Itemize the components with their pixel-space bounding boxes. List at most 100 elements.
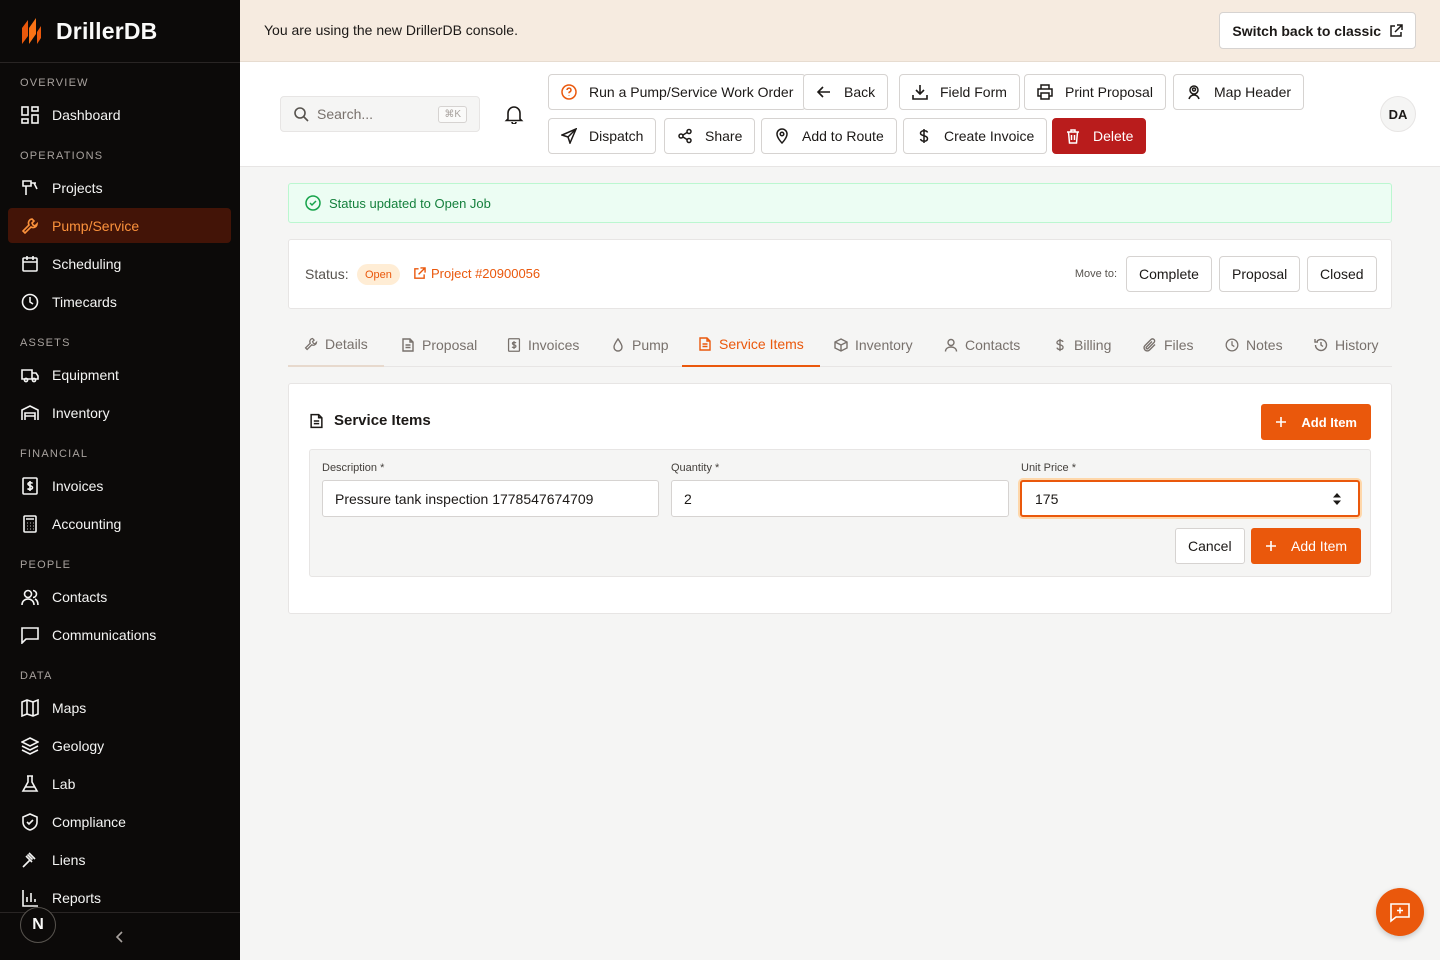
message-icon <box>20 625 40 645</box>
brand[interactable]: DrillerDB <box>0 0 240 63</box>
invoice-icon <box>20 476 40 496</box>
sidebar-item-geology[interactable]: Geology <box>8 728 231 763</box>
tab-details[interactable]: Details <box>288 322 384 367</box>
status-label: Status: <box>305 266 349 282</box>
sidebar-item-label: Lab <box>52 775 76 792</box>
sidebar-item-pump-service[interactable]: Pump/Service <box>8 208 231 243</box>
move-complete-button[interactable]: Complete <box>1126 256 1212 292</box>
run-work-order-button[interactable]: Run a Pump/Service Work Order <box>548 74 807 110</box>
tab-billing[interactable]: Billing <box>1037 322 1127 367</box>
dispatch-button[interactable]: Dispatch <box>548 118 657 154</box>
description-field[interactable]: Pressure tank inspection 1778547674709 <box>322 480 659 517</box>
sidebar-item-contacts[interactable]: Contacts <box>8 579 231 614</box>
tab-proposal[interactable]: Proposal <box>385 322 493 367</box>
tab-files[interactable]: Files <box>1127 322 1210 367</box>
sidebar-item-equipment[interactable]: Equipment <box>8 357 231 392</box>
notifications-button[interactable] <box>504 104 524 124</box>
status-alert: Status updated to Open Job <box>288 183 1392 223</box>
delete-button[interactable]: Delete <box>1052 118 1147 154</box>
add-item-submit-button[interactable]: Add Item <box>1251 528 1362 564</box>
sidebar-item-projects[interactable]: Projects <box>8 170 231 205</box>
search-input[interactable]: Search... ⌘K <box>280 96 480 132</box>
history-icon <box>1314 338 1328 352</box>
move-closed-button[interactable]: Closed <box>1307 256 1377 292</box>
sidebar-item-communications[interactable]: Communications <box>8 617 231 652</box>
sidebar-item-maps[interactable]: Maps <box>8 690 231 725</box>
tab-label: Proposal <box>422 336 478 353</box>
print-proposal-button[interactable]: Print Proposal <box>1024 74 1166 110</box>
tab-service-items[interactable]: Service Items <box>682 322 820 367</box>
project-link[interactable]: Project #20900056 <box>413 266 540 281</box>
tab-label: Notes <box>1246 336 1283 353</box>
gavel-icon <box>20 850 40 870</box>
map-header-button[interactable]: Map Header <box>1173 74 1305 110</box>
collapse-sidebar-button[interactable] <box>110 927 130 947</box>
tab-invoices[interactable]: Invoices <box>491 322 595 367</box>
field-form-label: Field Form <box>940 84 1007 100</box>
nav-section-financial: FINANCIAL <box>20 448 89 460</box>
tab-label: Billing <box>1074 336 1112 353</box>
truck-icon <box>20 365 40 385</box>
unit-price-field[interactable]: 175 <box>1020 480 1360 517</box>
sidebar-item-inventory[interactable]: Inventory <box>8 395 231 430</box>
sidebar-item-label: Reports <box>52 889 102 906</box>
back-button[interactable]: Back <box>803 74 889 110</box>
user-avatar[interactable]: DA <box>1380 96 1416 132</box>
tab-inventory[interactable]: Inventory <box>818 322 929 367</box>
search-shortcut: ⌘K <box>438 105 467 123</box>
map-icon <box>20 698 40 718</box>
share-button[interactable]: Share <box>664 118 756 154</box>
sidebar-item-invoices[interactable]: Invoices <box>8 468 231 503</box>
flask-icon <box>20 774 40 794</box>
add-item-header-button[interactable]: Add Item <box>1261 404 1371 440</box>
sidebar-item-label: Pump/Service <box>52 217 140 234</box>
sidebar-item-compliance[interactable]: Compliance <box>8 804 231 839</box>
page-header: Search... ⌘K Run a Pump/Service Work Ord… <box>240 62 1440 167</box>
tab-label: Details <box>325 335 368 352</box>
tab-pump[interactable]: Pump <box>595 322 685 367</box>
tab-notes[interactable]: Notes <box>1209 322 1299 367</box>
workspace-avatar[interactable]: N <box>20 907 56 943</box>
unit-price-value: 175 <box>1035 490 1059 507</box>
sidebar-item-liens[interactable]: Liens <box>8 842 231 877</box>
tab-label: Invoices <box>528 336 580 353</box>
banner-text: You are using the new DrillerDB console. <box>264 22 518 38</box>
nav-section-data: DATA <box>20 670 53 682</box>
calendar-icon <box>20 254 40 274</box>
trash-icon <box>1065 128 1081 144</box>
quantity-field[interactable]: 2 <box>671 480 1009 517</box>
sidebar-item-label: Compliance <box>52 813 126 830</box>
file-text-icon <box>309 413 324 429</box>
add-to-route-button[interactable]: Add to Route <box>761 118 897 154</box>
sidebar-item-scheduling[interactable]: Scheduling <box>8 246 231 281</box>
nav-section-overview: OVERVIEW <box>20 77 89 89</box>
dispatch-label: Dispatch <box>589 128 644 144</box>
move-proposal-button[interactable]: Proposal <box>1219 256 1301 292</box>
switch-classic-button[interactable]: Switch back to classic <box>1219 12 1416 49</box>
cancel-button[interactable]: Cancel <box>1175 528 1245 564</box>
status-badge: Open <box>357 264 400 285</box>
create-invoice-button[interactable]: Create Invoice <box>903 118 1048 154</box>
tab-history[interactable]: History <box>1298 322 1395 367</box>
tab-label: Service Items <box>719 335 804 352</box>
tab-contacts[interactable]: Contacts <box>928 322 1036 367</box>
sidebar-item-timecards[interactable]: Timecards <box>8 284 231 319</box>
map-header-label: Map Header <box>1214 84 1292 100</box>
location-pin-icon <box>774 128 790 144</box>
number-spinner-icon[interactable] <box>1332 492 1342 506</box>
field-form-button[interactable]: Field Form <box>899 74 1020 110</box>
quantity-value: 2 <box>684 490 692 507</box>
sidebar-item-lab[interactable]: Lab <box>8 766 231 801</box>
sidebar-item-label: Dashboard <box>52 106 121 123</box>
external-link-icon <box>1389 23 1403 38</box>
sidebar-item-label: Inventory <box>52 404 110 421</box>
sidebar-item-dashboard[interactable]: Dashboard <box>8 97 231 132</box>
share-label: Share <box>705 128 743 144</box>
sidebar-item-accounting[interactable]: Accounting <box>8 506 231 541</box>
alert-text: Status updated to Open Job <box>329 195 491 211</box>
paperclip-icon <box>1143 337 1157 352</box>
sidebar-item-label: Scheduling <box>52 255 122 272</box>
send-icon <box>561 128 577 144</box>
add-item-header-label: Add Item <box>1301 414 1357 430</box>
feedback-chat-button[interactable] <box>1376 888 1424 936</box>
